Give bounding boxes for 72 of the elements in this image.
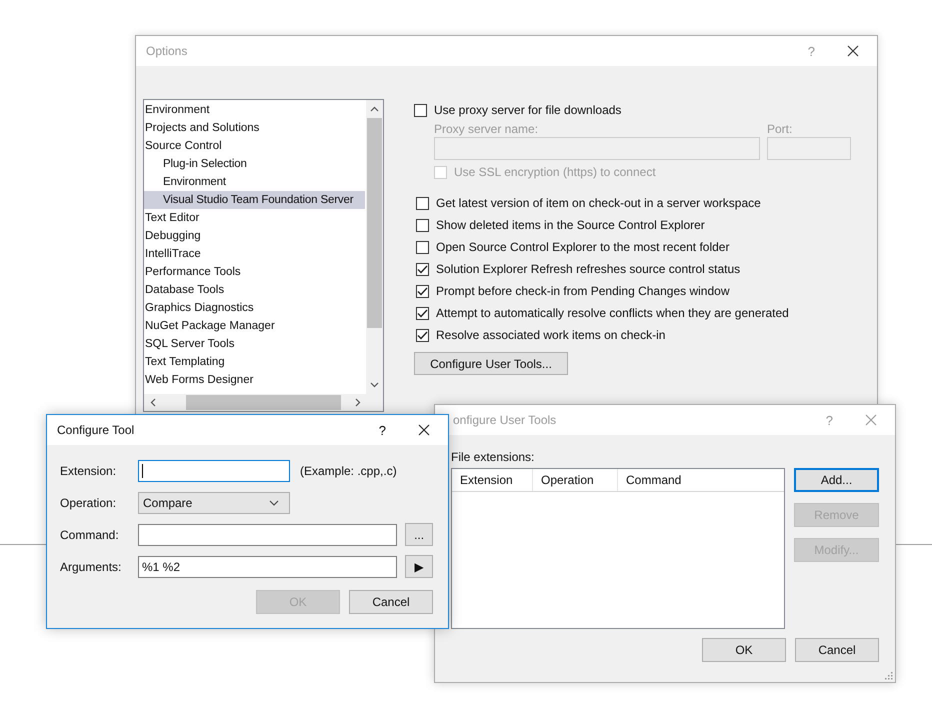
tree-item[interactable]: Performance Tools — [144, 263, 365, 281]
tree-item[interactable]: Database Tools — [144, 281, 365, 299]
close-icon[interactable] — [847, 45, 859, 57]
configure-user-tools-button[interactable]: Configure User Tools... — [414, 352, 568, 375]
checkbox[interactable] — [414, 104, 427, 116]
checkbox[interactable] — [416, 196, 429, 210]
vertical-scrollbar[interactable] — [366, 100, 383, 394]
tree-item[interactable]: Text Templating — [144, 353, 365, 371]
browse-button[interactable]: ▶ — [405, 555, 433, 578]
tree-item[interactable]: Environment — [144, 173, 365, 191]
checkbox[interactable] — [416, 218, 429, 232]
tree-item[interactable]: Visual Studio Team Foundation Server — [144, 191, 365, 209]
resize-grip-icon[interactable] — [885, 672, 893, 680]
close-icon[interactable] — [418, 424, 430, 436]
checkbox-label: Show deleted items in the Source Control Explorer — [436, 218, 705, 232]
checkbox[interactable] — [416, 284, 429, 298]
tree-item[interactable]: Web Forms Designer — [144, 371, 365, 389]
chevron-up-icon[interactable] — [370, 106, 379, 112]
checkbox[interactable] — [416, 262, 429, 276]
hint-text: (Example: .cpp,.c) — [300, 464, 397, 478]
help-button[interactable]: ? — [378, 422, 386, 438]
checkbox-label: Get latest version of item on check-out in a server workspace — [436, 196, 761, 210]
field-label: Extension: — [60, 464, 118, 478]
field-label: Port: — [767, 122, 794, 136]
field-label: Command: — [60, 528, 120, 542]
chevron-down-icon[interactable] — [370, 382, 379, 388]
checkbox-label: Open Source Control Explorer to the most recent folder — [436, 240, 730, 254]
input-field[interactable] — [767, 137, 851, 160]
tree-item[interactable]: IntelliTrace — [144, 245, 365, 263]
chevron-left-icon[interactable] — [150, 398, 156, 407]
dialog-button[interactable]: Add... — [794, 468, 879, 492]
input-field[interactable]: %1 %2 — [138, 556, 398, 578]
tree-item[interactable]: SQL Server Tools — [144, 335, 365, 353]
window-title: Options — [146, 44, 188, 58]
window-title: onfigure User Tools — [452, 413, 558, 427]
tree-item[interactable]: NuGet Package Manager — [144, 317, 365, 335]
checkbox-label: Prompt before check-in from Pending Changes window — [436, 284, 730, 298]
field-label: Arguments: — [60, 560, 122, 574]
checkbox[interactable] — [416, 306, 429, 320]
field-label: Operation: — [60, 496, 118, 510]
checkbox-label: Use SSL encryption (https) to connect — [454, 165, 656, 179]
window-title: Configure Tool — [57, 423, 136, 437]
dialog-button[interactable]: Cancel — [349, 590, 433, 614]
tree-item[interactable]: Plug-in Selection — [144, 155, 365, 173]
dialog-button[interactable]: Cancel — [795, 638, 879, 662]
checkbox[interactable] — [416, 240, 429, 254]
dialog-button[interactable]: OK — [702, 638, 786, 662]
operation-dropdown[interactable]: Compare — [138, 492, 290, 514]
checkbox-label: Solution Explorer Refresh refreshes source control status — [436, 262, 740, 276]
chevron-down-icon — [269, 500, 279, 506]
column-header[interactable]: Operation — [533, 469, 618, 491]
horizontal-scrollbar[interactable] — [144, 394, 383, 411]
field-label: Proxy server name: — [434, 122, 540, 136]
tree-item[interactable]: Projects and Solutions — [144, 119, 365, 137]
tree-item[interactable]: Graphics Diagnostics — [144, 299, 365, 317]
input-field[interactable] — [138, 460, 290, 482]
tree-item[interactable]: Debugging — [144, 227, 365, 245]
tree-item[interactable]: Environment — [144, 101, 365, 119]
list-label: File extensions: — [451, 450, 536, 466]
input-field[interactable] — [434, 137, 760, 160]
input-value: %1 %2 — [142, 560, 180, 574]
browse-button[interactable]: ... — [405, 523, 433, 546]
chevron-right-icon[interactable] — [355, 398, 361, 407]
input-field[interactable] — [138, 524, 398, 546]
checkbox-label: Use proxy server for file downloads — [434, 103, 622, 117]
tree-item[interactable]: Source Control — [144, 137, 365, 155]
checkbox-label: Resolve associated work items on check-in — [436, 328, 666, 342]
column-header[interactable]: Command — [618, 469, 784, 491]
tree-item[interactable]: Text Editor — [144, 209, 365, 227]
checkbox-label: Attempt to automatically resolve conflicts when they are generated — [436, 306, 789, 320]
column-header[interactable]: Extension — [452, 469, 533, 491]
checkbox[interactable] — [416, 328, 429, 342]
